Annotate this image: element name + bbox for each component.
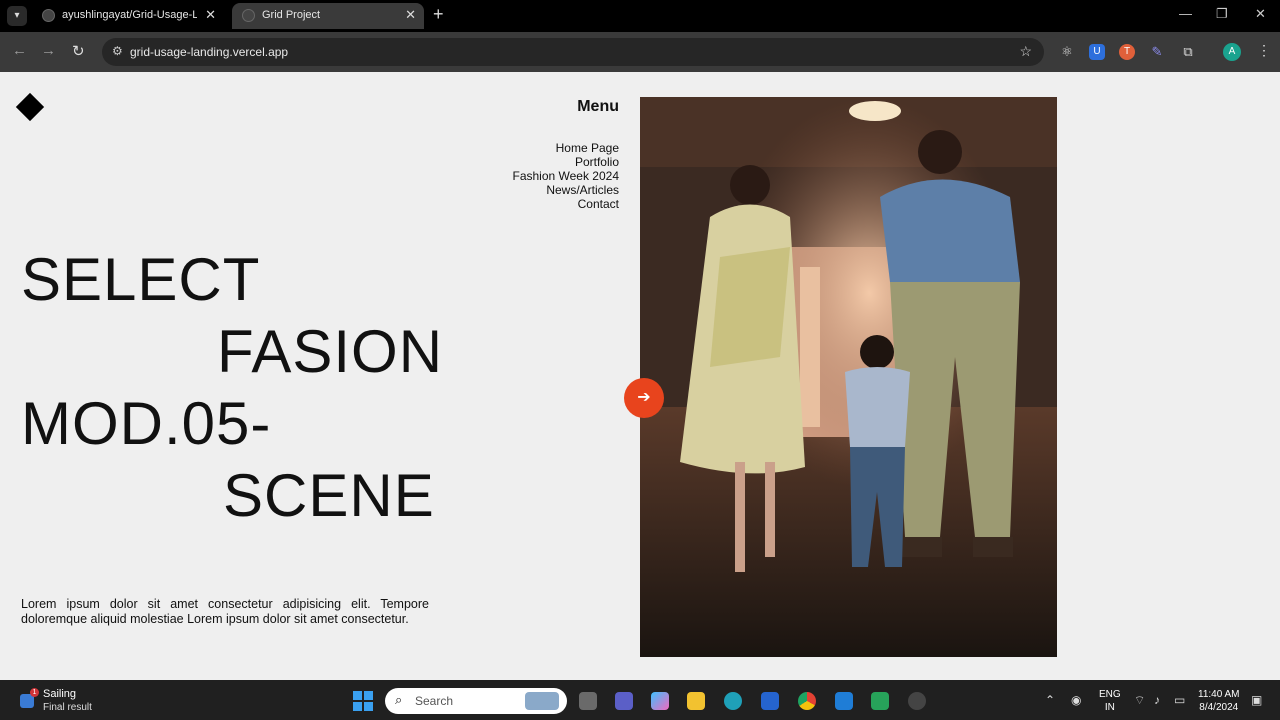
tab-strip: ▾ ayushlingayat/Grid-Usage-Landi ✕ Grid … <box>0 0 1280 32</box>
diamond-logo-icon[interactable] <box>15 92 45 122</box>
clock[interactable]: 11:40 AM 8/4/2024 <box>1198 688 1240 714</box>
headline-line-3: MOD.05- <box>21 390 272 457</box>
tray-app-icon[interactable]: ◉ <box>1071 693 1081 707</box>
menu-item-home[interactable]: Home Page <box>512 141 619 155</box>
close-icon[interactable]: ✕ <box>205 7 216 23</box>
todo-icon[interactable] <box>761 692 779 710</box>
headline-line-1: SELECT <box>21 246 261 313</box>
more-menu-icon[interactable]: ⋮ <box>1257 42 1271 59</box>
taskbar-search[interactable]: ⌕ Search <box>385 688 567 714</box>
profile-avatar[interactable]: A <box>1223 43 1241 61</box>
search-highlight-icon <box>525 692 559 710</box>
url-text: grid-usage-landing.vercel.app <box>130 45 289 59</box>
tab-search-button[interactable]: ▾ <box>7 6 27 26</box>
time-text: 11:40 AM <box>1198 689 1240 700</box>
tab-grid-project[interactable]: Grid Project ✕ <box>232 3 424 29</box>
notepad-icon[interactable] <box>871 692 889 710</box>
github-icon <box>42 9 55 22</box>
menu-item-portfolio[interactable]: Portfolio <box>512 155 619 169</box>
copilot-icon[interactable] <box>651 692 669 710</box>
hero-photo <box>640 97 1057 657</box>
lang-line-2: IN <box>1104 702 1115 713</box>
widget-title[interactable]: Sailing <box>43 688 76 700</box>
teams-icon[interactable] <box>615 692 633 710</box>
notification-badge: 1 <box>30 688 39 697</box>
edge-icon[interactable] <box>724 692 742 710</box>
headline-line-4: SCENE <box>223 462 435 529</box>
menu-list: Home Page Portfolio Fashion Week 2024 Ne… <box>512 141 619 211</box>
file-explorer-icon[interactable] <box>687 692 705 710</box>
menu-title: Menu <box>577 98 619 115</box>
menu-item-fashion-week[interactable]: Fashion Week 2024 <box>512 169 619 183</box>
browser-toolbar: ← → ↻ ⚙ grid-usage-landing.vercel.app ☆ … <box>0 32 1280 72</box>
address-bar[interactable]: ⚙ grid-usage-landing.vercel.app ☆ <box>102 38 1044 66</box>
chrome-icon[interactable] <box>798 692 816 710</box>
date-text: 8/4/2024 <box>1199 702 1239 713</box>
family-walking-image <box>640 97 1057 657</box>
extension-blue-icon[interactable]: U <box>1089 44 1105 60</box>
react-devtools-icon[interactable]: ⚛ <box>1059 44 1075 60</box>
menu-item-contact[interactable]: Contact <box>512 197 619 211</box>
new-tab-button[interactable]: + <box>433 4 444 25</box>
site-info-icon[interactable]: ⚙ <box>112 44 123 58</box>
pen-extension-icon[interactable]: ✎ <box>1149 44 1165 60</box>
search-placeholder: Search <box>415 694 454 708</box>
menu-item-news[interactable]: News/Articles <box>512 183 619 197</box>
body-text: Lorem ipsum dolor sit amet consectetur a… <box>21 597 429 626</box>
extensions-puzzle-icon[interactable]: ⧉ <box>1180 44 1196 60</box>
windows-start-icon[interactable] <box>353 691 373 711</box>
reload-icon[interactable]: ↻ <box>72 42 85 60</box>
tab-title: Grid Project <box>262 9 321 21</box>
language-indicator[interactable]: ENG IN <box>1099 688 1121 714</box>
arrow-right-icon: ➔ <box>637 389 651 406</box>
extension-orange-icon[interactable]: T <box>1119 44 1135 60</box>
show-hidden-icons-icon[interactable]: ⌃ <box>1045 693 1055 707</box>
volume-icon[interactable]: ♪ <box>1154 693 1160 707</box>
close-icon[interactable]: ✕ <box>405 7 416 23</box>
obs-icon[interactable] <box>908 692 926 710</box>
lang-line-1: ENG <box>1099 689 1121 700</box>
globe-icon <box>242 9 255 22</box>
bookmark-star-icon[interactable]: ☆ <box>1019 43 1032 60</box>
notification-bell-icon[interactable]: ▣ <box>1251 693 1262 707</box>
taskbar: 1 Sailing Final result ⌕ Search ⌃ ◉ ENG … <box>0 680 1280 720</box>
vscode-icon[interactable] <box>835 692 853 710</box>
window-close-icon[interactable]: ✕ <box>1255 6 1266 22</box>
forward-icon[interactable]: → <box>41 42 56 59</box>
task-view-icon[interactable] <box>579 692 597 710</box>
tab-title: ayushlingayat/Grid-Usage-Landi <box>62 9 197 21</box>
tab-github[interactable]: ayushlingayat/Grid-Usage-Landi ✕ <box>32 3 224 29</box>
search-icon: ⌕ <box>395 692 403 707</box>
back-icon[interactable]: ← <box>12 42 27 59</box>
headline-line-2: FASION <box>217 318 444 385</box>
minimize-icon[interactable]: — <box>1179 6 1192 21</box>
wifi-icon[interactable]: ⌔ <box>1134 693 1145 708</box>
landing-page: Menu Home Page Portfolio Fashion Week 20… <box>0 72 1280 680</box>
battery-icon[interactable]: ▭ <box>1174 693 1185 707</box>
widget-subtitle: Final result <box>43 702 92 713</box>
next-arrow-button[interactable]: ➔ <box>624 378 664 418</box>
restore-icon[interactable]: ❐ <box>1216 6 1228 22</box>
